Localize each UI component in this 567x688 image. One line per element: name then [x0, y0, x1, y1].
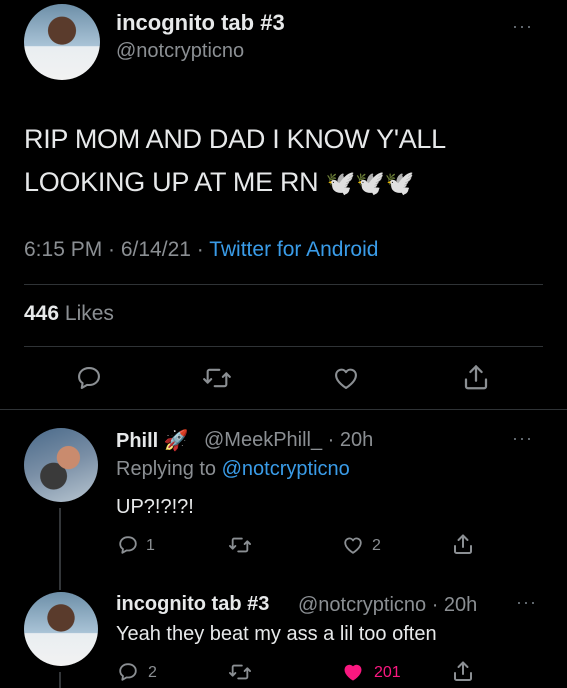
avatar[interactable] [24, 592, 98, 666]
rocket-emoji: 🚀 [163, 430, 189, 452]
likes-count: 446 [24, 302, 60, 325]
tweet-timestamp[interactable]: 6:15 PM · 6/14/21 · [24, 238, 209, 261]
reply-count: 1 [146, 537, 155, 554]
reply-count: 2 [148, 664, 157, 681]
more-options-icon[interactable]: ··· [512, 428, 533, 449]
retweet-icon[interactable] [200, 363, 234, 393]
share-icon[interactable] [450, 531, 476, 557]
author-name[interactable]: Phill 🚀 [116, 428, 189, 453]
author-handle[interactable]: @MeekPhill_ · 20h [204, 429, 373, 452]
reply-text: UP?!?!?! [116, 496, 194, 518]
like-count: 2 [372, 537, 381, 554]
reply-icon[interactable] [116, 660, 140, 684]
avatar[interactable] [24, 4, 100, 80]
like-count: 201 [374, 664, 401, 681]
like-icon[interactable] [330, 363, 362, 393]
likes-summary[interactable]: 446 Likes [24, 302, 114, 326]
author-handle[interactable]: @notcrypticno · 20h [298, 594, 477, 617]
author-name[interactable]: incognito tab #3 [116, 10, 285, 36]
retweet-icon[interactable] [226, 533, 254, 557]
dove-emoji: 🕊️🕊️🕊️ [325, 170, 415, 197]
tweet-meta: 6:15 PM · 6/14/21 · Twitter for Android [24, 238, 378, 262]
reply-text: Yeah they beat my ass a lil too often [116, 623, 437, 645]
avatar[interactable] [24, 428, 98, 502]
tweet-source-link[interactable]: Twitter for Android [209, 238, 378, 261]
author-name[interactable]: incognito tab #3 [116, 593, 269, 616]
replying-to: Replying to @notcrypticno [116, 458, 350, 480]
reply-icon[interactable] [116, 533, 140, 557]
share-icon[interactable] [460, 361, 492, 393]
author-handle[interactable]: @notcrypticno [116, 40, 244, 63]
thread-line [59, 672, 61, 688]
like-icon-active[interactable] [340, 660, 366, 684]
reply-icon[interactable] [74, 363, 104, 393]
more-options-icon[interactable]: ··· [516, 592, 537, 613]
like-icon[interactable] [340, 533, 366, 557]
divider [24, 346, 543, 347]
thread-line [59, 508, 61, 590]
divider [0, 409, 567, 410]
tweet-text-line1: RIP MOM AND DAD I KNOW Y'ALL [24, 124, 446, 154]
tweet-text-line2: LOOKING UP AT ME RN [24, 167, 319, 197]
retweet-icon[interactable] [226, 660, 254, 684]
likes-label: Likes [64, 302, 114, 325]
more-options-icon[interactable]: ··· [512, 16, 533, 37]
share-icon[interactable] [450, 658, 476, 684]
replying-to-handle[interactable]: @notcrypticno [222, 458, 350, 480]
tweet-text: RIP MOM AND DAD I KNOW Y'ALL LOOKING UP … [24, 118, 544, 205]
divider [24, 284, 543, 285]
